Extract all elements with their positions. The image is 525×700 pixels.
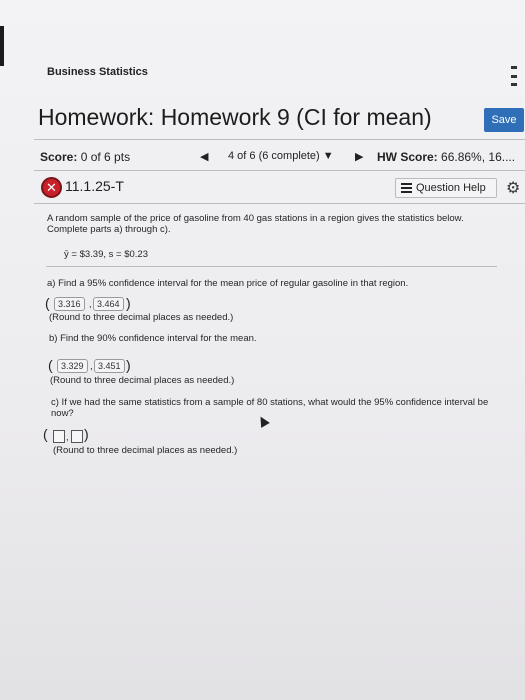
answer-b-high[interactable]: 3.451 bbox=[94, 359, 125, 373]
question-help-label: Question Help bbox=[416, 182, 486, 194]
score-display: Score: 0 of 6 pts bbox=[40, 150, 130, 164]
save-button[interactable]: Save bbox=[484, 108, 524, 132]
divider bbox=[46, 266, 497, 267]
answer-a-high[interactable]: 3.464 bbox=[93, 297, 124, 311]
gear-icon[interactable]: ⚙ bbox=[506, 178, 520, 198]
round-note-a: (Round to three decimal places as needed… bbox=[49, 312, 234, 323]
question-number: 11.1.25-T bbox=[65, 178, 124, 194]
score-label: Score: bbox=[40, 150, 78, 164]
x-circle-icon: ✕ bbox=[41, 177, 62, 198]
interval-comma: , bbox=[90, 361, 93, 372]
divider bbox=[34, 170, 525, 171]
window-edge bbox=[0, 26, 4, 66]
next-question-icon[interactable]: ▶ bbox=[355, 150, 363, 163]
previous-question-icon[interactable]: ◀ bbox=[200, 150, 208, 163]
part-a-prompt: a) Find a 95% confidence interval for th… bbox=[47, 278, 409, 289]
course-title: Business Statistics bbox=[47, 66, 148, 78]
question-help-button[interactable]: Question Help bbox=[395, 178, 497, 198]
homework-screen: Business Statistics Homework: Homework 9… bbox=[0, 0, 525, 700]
interval-comma: , bbox=[89, 299, 92, 310]
menu-icon[interactable] bbox=[511, 66, 517, 86]
question-prompt: A random sample of the price of gasoline… bbox=[47, 213, 464, 235]
page-title: Homework: Homework 9 (CI for mean) bbox=[38, 104, 432, 130]
interval-paren-open: ( bbox=[43, 426, 48, 442]
question-position: 4 of 6 (6 complete) bbox=[228, 150, 320, 162]
answer-b-low[interactable]: 3.329 bbox=[57, 359, 88, 373]
hw-score-display: HW Score: 66.86%, 16.... bbox=[377, 150, 525, 164]
interval-paren-close: ) bbox=[126, 295, 131, 311]
answer-c-low[interactable] bbox=[53, 430, 65, 443]
score-value: 0 of 6 pts bbox=[80, 150, 131, 164]
interval-comma: , bbox=[66, 432, 69, 443]
answer-c-high[interactable] bbox=[71, 430, 83, 443]
hw-score-label: HW Score: bbox=[377, 150, 438, 164]
interval-paren-close: ) bbox=[84, 426, 89, 442]
interval-paren-open: ( bbox=[45, 295, 50, 311]
interval-paren-close: ) bbox=[126, 357, 131, 373]
list-icon bbox=[401, 183, 412, 193]
sample-statistics: ȳ = $3.39, s = $0.23 bbox=[64, 249, 148, 260]
part-b-prompt: b) Find the 90% confidence interval for … bbox=[49, 333, 257, 344]
divider bbox=[34, 139, 525, 140]
round-note-b: (Round to three decimal places as needed… bbox=[50, 375, 235, 386]
part-c-prompt: c) If we had the same statistics from a … bbox=[51, 397, 489, 419]
hw-score-value: 66.86%, 16.... bbox=[441, 150, 516, 164]
answer-a-low[interactable]: 3.316 bbox=[54, 297, 85, 311]
round-note-c: (Round to three decimal places as needed… bbox=[53, 445, 238, 456]
interval-paren-open: ( bbox=[48, 357, 53, 373]
question-selector[interactable]: 4 of 6 (6 complete) ▼ bbox=[228, 150, 334, 162]
chevron-down-icon: ▼ bbox=[322, 150, 334, 162]
divider bbox=[34, 203, 525, 204]
